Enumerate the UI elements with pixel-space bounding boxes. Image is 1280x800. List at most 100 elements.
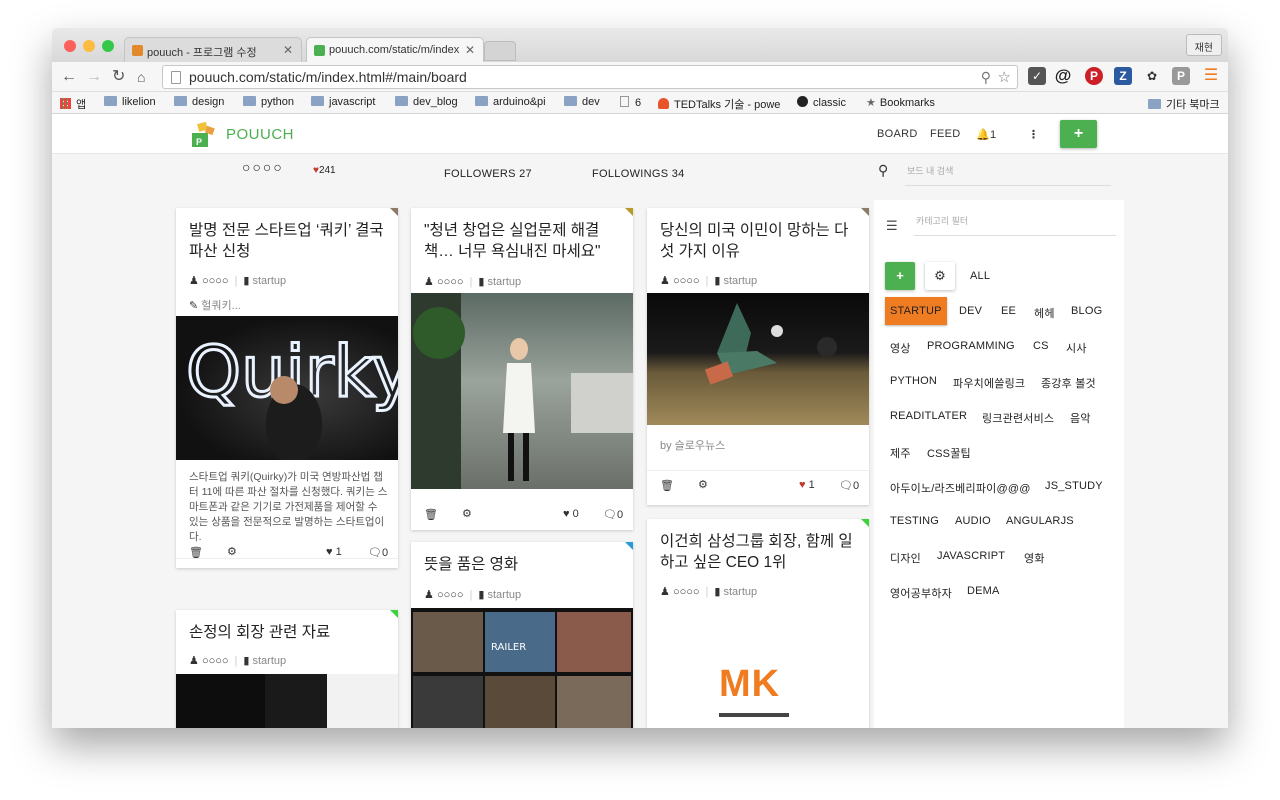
post-image[interactable]: MK [647, 649, 869, 728]
bookmark-python[interactable]: python [243, 96, 294, 108]
post-card[interactable]: 손정의 회장 관련 자료 ♟ ○○○○ | ▮ startup [176, 610, 398, 728]
post-title[interactable]: 손정의 회장 관련 자료 [189, 622, 389, 643]
minimize-window-button[interactable] [83, 40, 95, 52]
post-title[interactable]: 발명 전문 스타트업 ‘쿼키’ 결국 파산 신청 [189, 220, 389, 262]
pocket-extension-icon[interactable]: ✓ [1028, 67, 1046, 85]
bookmark-other[interactable]: 기타 북마크 [1148, 96, 1220, 112]
category-after-semester[interactable]: 종강후 볼것 [1041, 375, 1096, 391]
nav-feed[interactable]: FEED [930, 128, 961, 140]
category-settings-button[interactable]: ⚙ [925, 262, 955, 290]
bookmark-6[interactable]: 6 [620, 96, 641, 109]
bookmark-classic[interactable]: classic [797, 96, 846, 109]
category-movie[interactable]: 영화 [1024, 550, 1045, 566]
add-post-button[interactable]: + [1060, 120, 1097, 148]
gear-icon[interactable]: ⚙ [227, 545, 237, 558]
z-extension-icon[interactable]: Z [1114, 67, 1132, 85]
category-arduino-raspberry[interactable]: 아두이노/라즈베리파이@@@ [890, 480, 1031, 496]
post-image[interactable]: RAILER [411, 608, 633, 728]
post-image[interactable] [176, 674, 398, 728]
post-user[interactable]: ○○○○ [437, 589, 464, 601]
maximize-window-button[interactable] [102, 40, 114, 52]
category-video[interactable]: 영상 [890, 340, 911, 356]
gear-icon[interactable]: ⚙ [462, 507, 472, 520]
category-javascript[interactable]: JAVASCRIPT [937, 550, 1005, 562]
followings-link[interactable]: FOLLOWINGS 34 [592, 168, 685, 180]
reload-icon[interactable]: ↻ [112, 68, 125, 86]
bookmark-arduino-pi[interactable]: arduino&pi [475, 96, 546, 108]
bookmark-design[interactable]: design [174, 96, 224, 108]
more-menu-icon[interactable]: ⋮ [1028, 128, 1039, 141]
post-card[interactable]: 뜻을 품은 영화 ♟ ○○○○ | ▮ startup RAILER [411, 542, 633, 728]
evernote-extension-icon[interactable]: ✿ [1143, 67, 1161, 85]
bookmark-javascript[interactable]: javascript [311, 96, 375, 108]
at-extension-icon[interactable]: @ [1054, 67, 1072, 85]
category-blog[interactable]: BLOG [1071, 305, 1102, 317]
comment-button[interactable]: 🗨0 [603, 508, 623, 521]
bookmark-bookmarks[interactable]: ★ Bookmarks [866, 96, 935, 109]
bookmark-tedtalks[interactable]: TEDTalks 기술 - powe [658, 96, 780, 112]
category-link-services[interactable]: 링크관련서비스 [982, 410, 1054, 426]
post-category[interactable]: startup [253, 655, 287, 667]
nav-board[interactable]: BOARD [877, 128, 918, 140]
comment-button[interactable]: 🗨0 [368, 546, 388, 559]
category-startup[interactable]: STARTUP [885, 297, 947, 325]
zoom-icon[interactable]: ⚲ [981, 69, 991, 86]
close-tab-icon[interactable]: ✕ [465, 43, 475, 57]
category-current-affairs[interactable]: 시사 [1066, 340, 1087, 356]
category-cs[interactable]: CS [1033, 340, 1049, 352]
gear-icon[interactable]: ⚙ [698, 478, 708, 491]
trash-icon[interactable]: 🗑 [660, 479, 674, 492]
comment-button[interactable]: 🗨0 [839, 479, 859, 492]
pouuch-extension-icon[interactable]: P [1172, 67, 1190, 85]
address-bar[interactable]: pouuch.com/static/m/index.html#/main/boa… [162, 65, 1018, 89]
category-all[interactable]: ALL [970, 270, 990, 282]
category-design[interactable]: 디자인 [890, 550, 921, 566]
profile-button[interactable]: 재현 [1185, 34, 1222, 56]
category-python[interactable]: PYTHON [890, 375, 937, 387]
like-button[interactable]: ♥ 1 [799, 479, 815, 491]
notifications[interactable]: 🔔1 [976, 128, 996, 141]
category-angularjs[interactable]: ANGULARJS [1006, 515, 1074, 527]
post-card[interactable]: 발명 전문 스타트업 ‘쿼키’ 결국 파산 신청 ♟ ○○○○ | ▮ startu… [176, 208, 398, 568]
close-window-button[interactable] [64, 40, 76, 52]
home-icon[interactable]: ⌂ [137, 68, 145, 86]
post-category[interactable]: startup [253, 275, 287, 287]
post-user[interactable]: ○○○○ [202, 655, 229, 667]
bookmark-apps[interactable]: 앱 [60, 96, 86, 112]
post-title[interactable]: 뜻을 품은 영화 [424, 554, 624, 575]
category-filter-input[interactable]: 카테고리 필터 [914, 214, 1116, 236]
bookmark-star-icon[interactable]: ☆ [998, 68, 1011, 86]
like-button[interactable]: ♥ 1 [326, 546, 342, 558]
tab-pouuch-program[interactable]: pouuch - 프로그램 수정 ✕ [124, 37, 302, 62]
post-card[interactable]: 이건희 삼성그룹 회장, 함께 일하고 싶은 CEO 1위 ♟ ○○○○ | ▮ s… [647, 519, 869, 728]
post-image[interactable] [647, 293, 869, 425]
post-user[interactable]: ○○○○ [673, 586, 700, 598]
category-programming[interactable]: PROGRAMMING [927, 340, 1015, 352]
trash-icon[interactable]: 🗑 [424, 508, 438, 521]
post-category[interactable]: startup [488, 589, 522, 601]
post-image[interactable] [411, 293, 633, 489]
tab-pouuch-index[interactable]: pouuch.com/static/m/index ✕ [306, 37, 484, 62]
like-button[interactable]: ♥ 0 [563, 508, 579, 520]
add-category-button[interactable]: + [885, 262, 915, 290]
post-image[interactable]: Quirky [176, 316, 398, 460]
category-audio[interactable]: AUDIO [955, 515, 991, 527]
category-readitlater[interactable]: READITLATER [890, 410, 967, 422]
post-title[interactable]: "청년 창업은 실업문제 해결책… 너무 욕심내진 마세요" [424, 220, 624, 262]
post-title[interactable]: 당신의 미국 이민이 망하는 다섯 가지 이유 [660, 220, 860, 262]
back-arrow-icon[interactable]: ← [61, 68, 77, 86]
followers-link[interactable]: FOLLOWERS 27 [444, 168, 532, 180]
search-icon[interactable]: ⚲ [878, 162, 888, 179]
post-category[interactable]: startup [488, 276, 522, 288]
post-category[interactable]: startup [724, 275, 758, 287]
category-hehe[interactable]: 헤헤 [1034, 305, 1055, 321]
category-ee[interactable]: EE [1001, 305, 1016, 317]
category-testing[interactable]: TESTING [890, 515, 939, 527]
profile-username[interactable]: ○○○○ [242, 159, 284, 175]
category-music[interactable]: 음악 [1070, 410, 1091, 426]
new-tab-button[interactable] [484, 41, 516, 61]
category-dema[interactable]: DEMA [967, 585, 1000, 597]
bookmark-dev[interactable]: dev [564, 96, 600, 108]
close-tab-icon[interactable]: ✕ [283, 43, 293, 57]
category-dev[interactable]: DEV [959, 305, 982, 317]
